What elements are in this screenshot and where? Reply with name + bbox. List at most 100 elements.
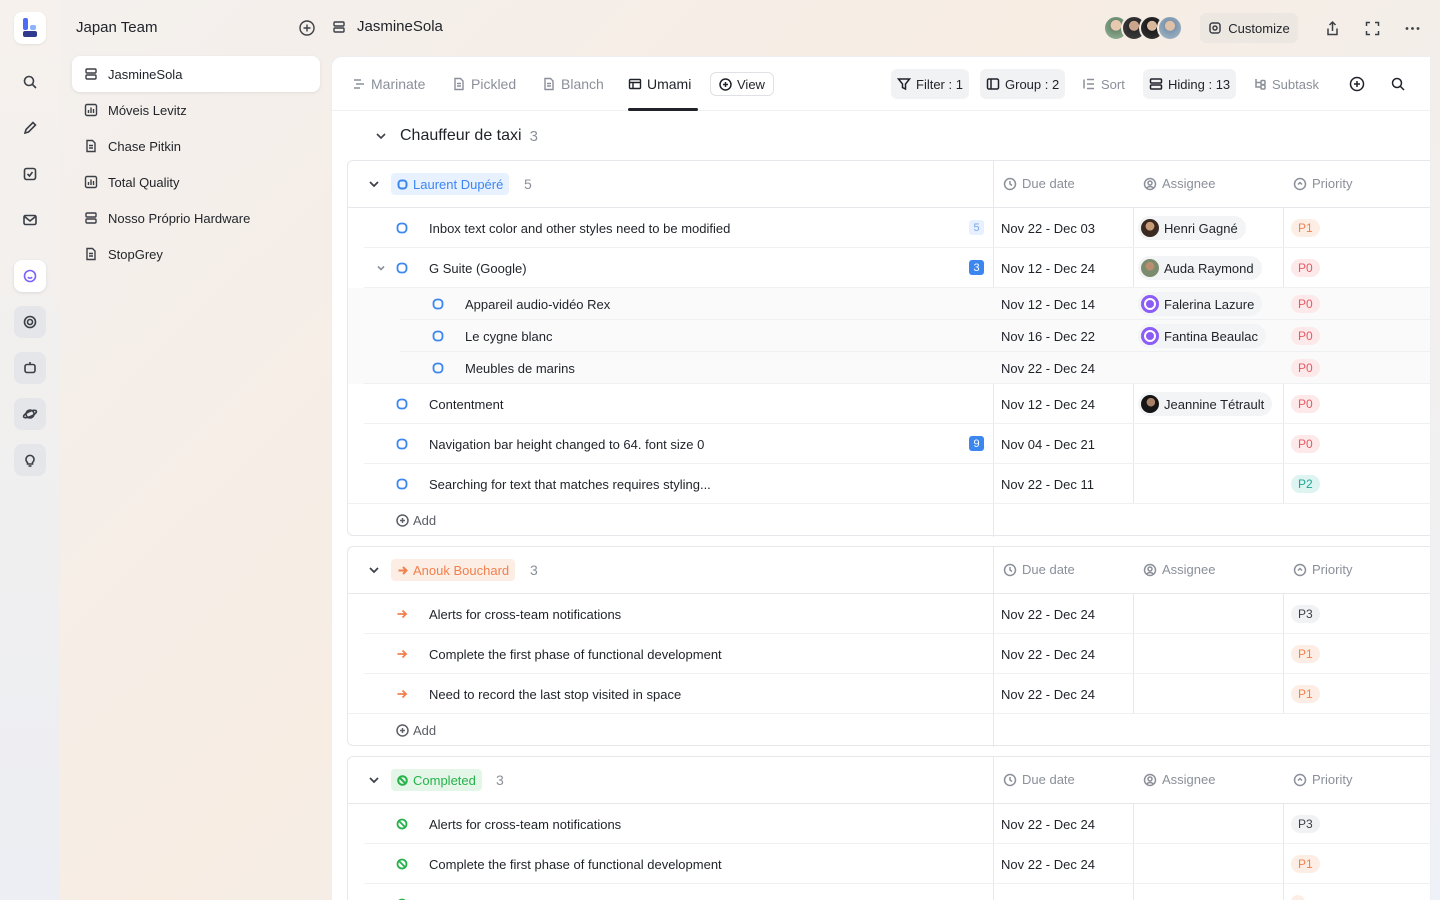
- due-date[interactable]: Nov 12 - Dec 24: [1001, 397, 1095, 412]
- assignee-chip[interactable]: Jeannine Tétrault: [1138, 392, 1273, 416]
- arrow-right-icon[interactable]: [396, 608, 408, 620]
- subtask-row[interactable]: Appareil audio-vidéo Rex Nov 12 - Dec 14…: [348, 288, 1430, 320]
- task-title[interactable]: Alerts for cross-team notifications: [429, 817, 621, 832]
- task-title[interactable]: Inbox text color and other styles need t…: [429, 221, 730, 236]
- team-name[interactable]: Japan Team: [76, 19, 157, 36]
- sidebar-item-nosso-proprio-hardware[interactable]: Nosso Próprio Hardware: [72, 200, 320, 236]
- due-date[interactable]: Nov 22 - Dec 24: [1001, 857, 1095, 872]
- checkbox-icon[interactable]: [14, 158, 46, 190]
- column-priority[interactable]: Priority: [1293, 772, 1352, 787]
- task-title[interactable]: G Suite (Google): [429, 261, 527, 276]
- table-row[interactable]: Need to record the last stop visited in …: [348, 674, 1430, 714]
- filter-button[interactable]: Filter : 1: [891, 69, 969, 99]
- add-circle-icon[interactable]: [298, 19, 316, 37]
- due-date[interactable]: Nov 22 - Dec 24: [1001, 361, 1095, 376]
- customize-button[interactable]: Customize: [1200, 13, 1298, 43]
- priority-badge[interactable]: P3: [1291, 605, 1320, 623]
- priority-badge[interactable]: P1: [1291, 645, 1320, 663]
- tab-umami[interactable]: Umami: [628, 73, 691, 95]
- tab-marinate[interactable]: Marinate: [352, 73, 425, 95]
- status-tag[interactable]: Laurent Dupéré: [391, 173, 510, 195]
- member-avatars[interactable]: [1103, 15, 1183, 41]
- priority-badge[interactable]: P0: [1291, 295, 1320, 313]
- subtask-row[interactable]: Le cygne blanc Nov 16 - Dec 22 Fantina B…: [348, 320, 1430, 352]
- assignee-chip[interactable]: Auda Raymond: [1138, 256, 1262, 280]
- priority-badge[interactable]: P0: [1291, 435, 1320, 453]
- tab-pickled[interactable]: Pickled: [452, 73, 516, 95]
- target-app-icon[interactable]: [14, 306, 46, 338]
- table-row[interactable]: Navigation bar height changed to 64. fon…: [348, 424, 1430, 464]
- completed-icon[interactable]: [396, 818, 408, 830]
- status-todo-icon[interactable]: [396, 398, 408, 410]
- due-date[interactable]: Nov 12 - Dec 14: [1001, 297, 1095, 312]
- due-date[interactable]: Nov 22 - Dec 24: [1001, 607, 1095, 622]
- task-title[interactable]: Searching for text that matches requires…: [429, 477, 711, 492]
- status-todo-icon[interactable]: [396, 262, 408, 274]
- priority-badge[interactable]: P1: [1291, 685, 1320, 703]
- assignee-chip[interactable]: Falerina Lazure: [1138, 292, 1263, 316]
- priority-badge[interactable]: P3: [1291, 815, 1320, 833]
- table-row[interactable]: [348, 884, 1430, 900]
- task-title[interactable]: Alerts for cross-team notifications: [429, 607, 621, 622]
- chevron-down-icon[interactable]: [368, 564, 380, 576]
- sort-button[interactable]: Sort: [1076, 69, 1131, 99]
- subtask-button[interactable]: Subtask: [1247, 69, 1325, 99]
- search-button[interactable]: [1384, 69, 1412, 99]
- table-row[interactable]: Contentment Nov 12 - Dec 24 Jeannine Tét…: [348, 384, 1430, 424]
- task-title[interactable]: Le cygne blanc: [465, 329, 552, 344]
- add-view-button[interactable]: View: [710, 72, 774, 96]
- assignee-chip[interactable]: Fantina Beaulac: [1138, 324, 1266, 348]
- column-priority[interactable]: Priority: [1293, 176, 1352, 191]
- table-row[interactable]: Alerts for cross-team notifications Nov …: [348, 594, 1430, 634]
- status-todo-icon[interactable]: [432, 330, 444, 342]
- status-tag[interactable]: Completed: [391, 769, 482, 791]
- add-task-button[interactable]: Add: [396, 513, 436, 528]
- comment-count-badge[interactable]: 5: [969, 220, 984, 235]
- status-todo-icon[interactable]: [396, 438, 408, 450]
- smile-app-icon[interactable]: [14, 260, 46, 292]
- tab-blanch[interactable]: Blanch: [542, 73, 604, 95]
- group-header[interactable]: Chauffeur de taxi 3: [374, 127, 538, 145]
- pencil-icon[interactable]: [14, 112, 46, 144]
- column-due-date[interactable]: Due date: [1003, 176, 1075, 191]
- hiding-button[interactable]: Hiding : 13: [1143, 69, 1237, 99]
- share-icon[interactable]: [1319, 15, 1345, 41]
- chevron-down-icon[interactable]: [376, 263, 386, 273]
- priority-badge[interactable]: [1291, 895, 1305, 900]
- search-icon[interactable]: [14, 66, 46, 98]
- status-todo-icon[interactable]: [432, 298, 444, 310]
- task-title[interactable]: Meubles de marins: [465, 361, 575, 376]
- planet-app-icon[interactable]: [14, 398, 46, 430]
- due-date[interactable]: Nov 22 - Dec 11: [1001, 477, 1094, 492]
- due-date[interactable]: Nov 04 - Dec 21: [1001, 437, 1095, 452]
- task-title[interactable]: Need to record the last stop visited in …: [429, 687, 681, 702]
- table-row[interactable]: Searching for text that matches requires…: [348, 464, 1430, 504]
- arrow-right-icon[interactable]: [396, 688, 408, 700]
- task-title[interactable]: Navigation bar height changed to 64. fon…: [429, 437, 704, 452]
- fullscreen-icon[interactable]: [1359, 15, 1385, 41]
- table-row[interactable]: Complete the first phase of functional d…: [348, 844, 1430, 884]
- task-title[interactable]: Complete the first phase of functional d…: [429, 647, 722, 662]
- completed-icon[interactable]: [396, 858, 408, 870]
- table-row[interactable]: Complete the first phase of functional d…: [348, 634, 1430, 674]
- sidebar-item-chase-pitkin[interactable]: Chase Pitkin: [72, 128, 320, 164]
- arrow-right-icon[interactable]: [396, 648, 408, 660]
- sidebar-item-stopgrey[interactable]: StopGrey: [72, 236, 320, 272]
- status-todo-icon[interactable]: [396, 478, 408, 490]
- table-row[interactable]: G Suite (Google) 3 Nov 12 - Dec 24 Auda …: [348, 248, 1430, 288]
- table-row[interactable]: Inbox text color and other styles need t…: [348, 208, 1430, 248]
- status-todo-icon[interactable]: [432, 362, 444, 374]
- task-title[interactable]: Complete the first phase of functional d…: [429, 857, 722, 872]
- mail-icon[interactable]: [14, 204, 46, 236]
- chevron-down-icon[interactable]: [368, 178, 380, 190]
- due-date[interactable]: Nov 22 - Dec 03: [1001, 221, 1095, 236]
- due-date[interactable]: Nov 16 - Dec 22: [1001, 329, 1095, 344]
- sidebar-item-moveis-levitz[interactable]: Móveis Levitz: [72, 92, 320, 128]
- app-logo[interactable]: [14, 12, 46, 44]
- priority-badge[interactable]: P0: [1291, 327, 1320, 345]
- due-date[interactable]: Nov 22 - Dec 24: [1001, 817, 1095, 832]
- column-due-date[interactable]: Due date: [1003, 772, 1075, 787]
- status-todo-icon[interactable]: [396, 222, 408, 234]
- column-priority[interactable]: Priority: [1293, 562, 1352, 577]
- priority-badge[interactable]: P0: [1291, 395, 1320, 413]
